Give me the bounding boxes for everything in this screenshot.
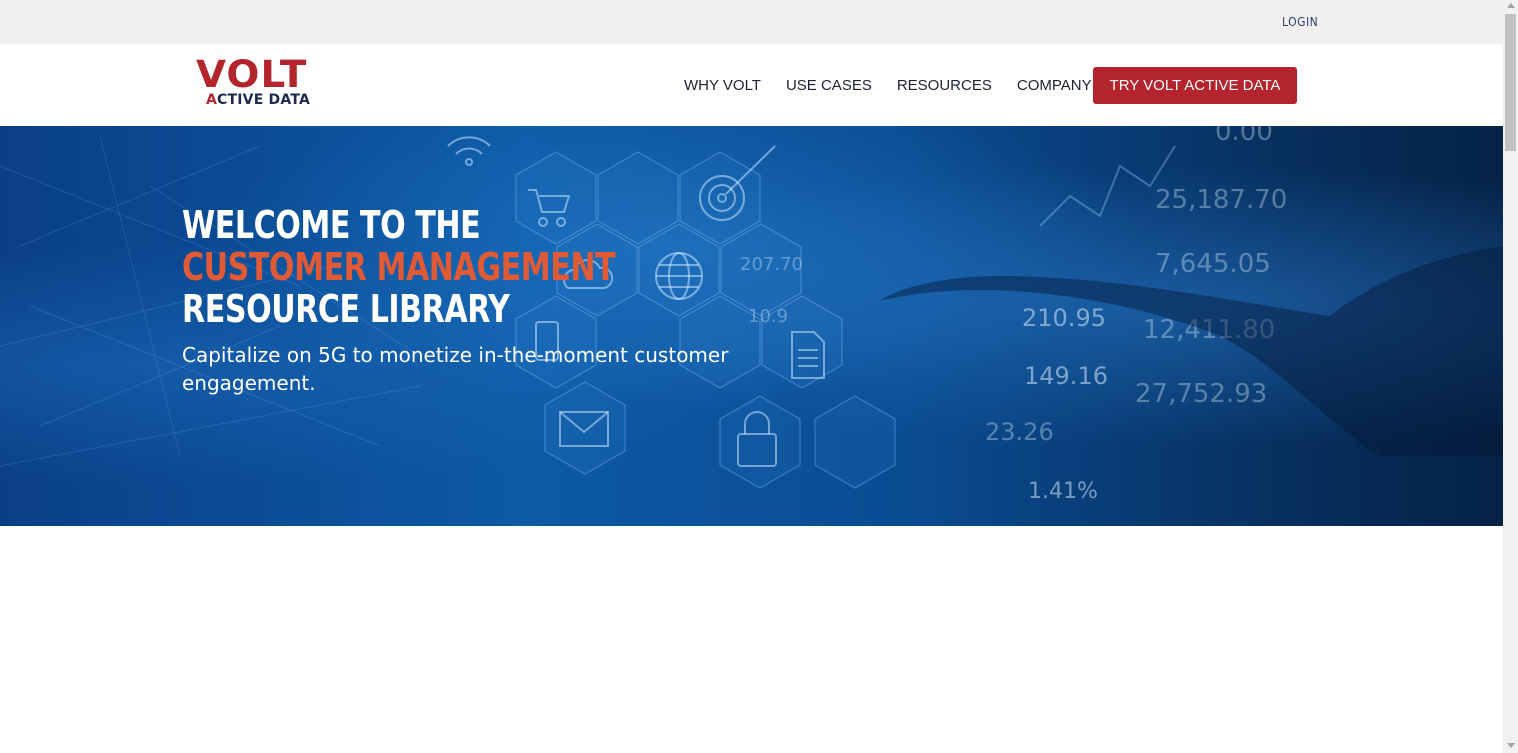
main-nav: WHY VOLT USE CASES RESOURCES COMPANY [684,77,1092,94]
page-scrollbar[interactable] [1503,0,1518,753]
bg-number: 210.95 [1022,304,1106,332]
try-volt-button[interactable]: TRY VOLT ACTIVE DATA [1093,67,1297,104]
scrollbar-thumb[interactable] [1505,14,1516,151]
bg-number: 1.41% [1028,479,1098,504]
hero-title-line-2: CUSTOMER MANAGEMENT [182,245,616,289]
bg-number: 7,645.05 [1155,249,1271,279]
bg-number: 25,187.70 [1155,185,1287,215]
logo-subtitle: ACTIVE DATA [206,92,311,108]
hero-subtitle: Capitalize on 5G to monetize in-the-mome… [182,343,729,395]
logo-wordmark: VOLT [196,53,308,96]
hero-banner: 0.00 25,187.70 7,645.05 210.95 12,411.80… [0,126,1503,526]
bg-number: 27,752.93 [1135,379,1267,409]
nav-item-why-volt[interactable]: WHY VOLT [684,77,761,94]
bg-number: 149.16 [1024,362,1108,390]
hero-title: WELCOME TO THE CUSTOMER MANAGEMENT RESOU… [182,203,616,331]
bg-number: 10.9 [748,306,788,327]
wifi-icon [447,136,491,166]
nav-item-use-cases[interactable]: USE CASES [786,77,872,94]
utility-bar: LOGIN [0,0,1503,44]
hero-title-line-1: WELCOME TO THE [182,203,481,247]
bg-number: 23.26 [985,418,1054,446]
hexagon [814,395,896,489]
bg-number: 207.70 [740,254,803,275]
hexagon [719,395,801,489]
nav-item-resources[interactable]: RESOURCES [897,77,992,94]
login-link[interactable]: LOGIN [1282,15,1318,29]
hexagon [679,151,761,245]
scroll-up-arrow-icon[interactable] [1507,3,1515,8]
site-header: VOLT ACTIVE DATA WHY VOLT USE CASES RESO… [0,44,1503,126]
nav-item-company[interactable]: COMPANY [1017,77,1092,94]
hero-title-line-3: RESOURCE LIBRARY [182,287,510,331]
bg-number: 0.00 [1215,126,1273,147]
volt-active-data-logo[interactable]: VOLT ACTIVE DATA [196,53,320,111]
scroll-down-arrow-icon[interactable] [1507,743,1515,748]
hexagon [638,223,720,317]
